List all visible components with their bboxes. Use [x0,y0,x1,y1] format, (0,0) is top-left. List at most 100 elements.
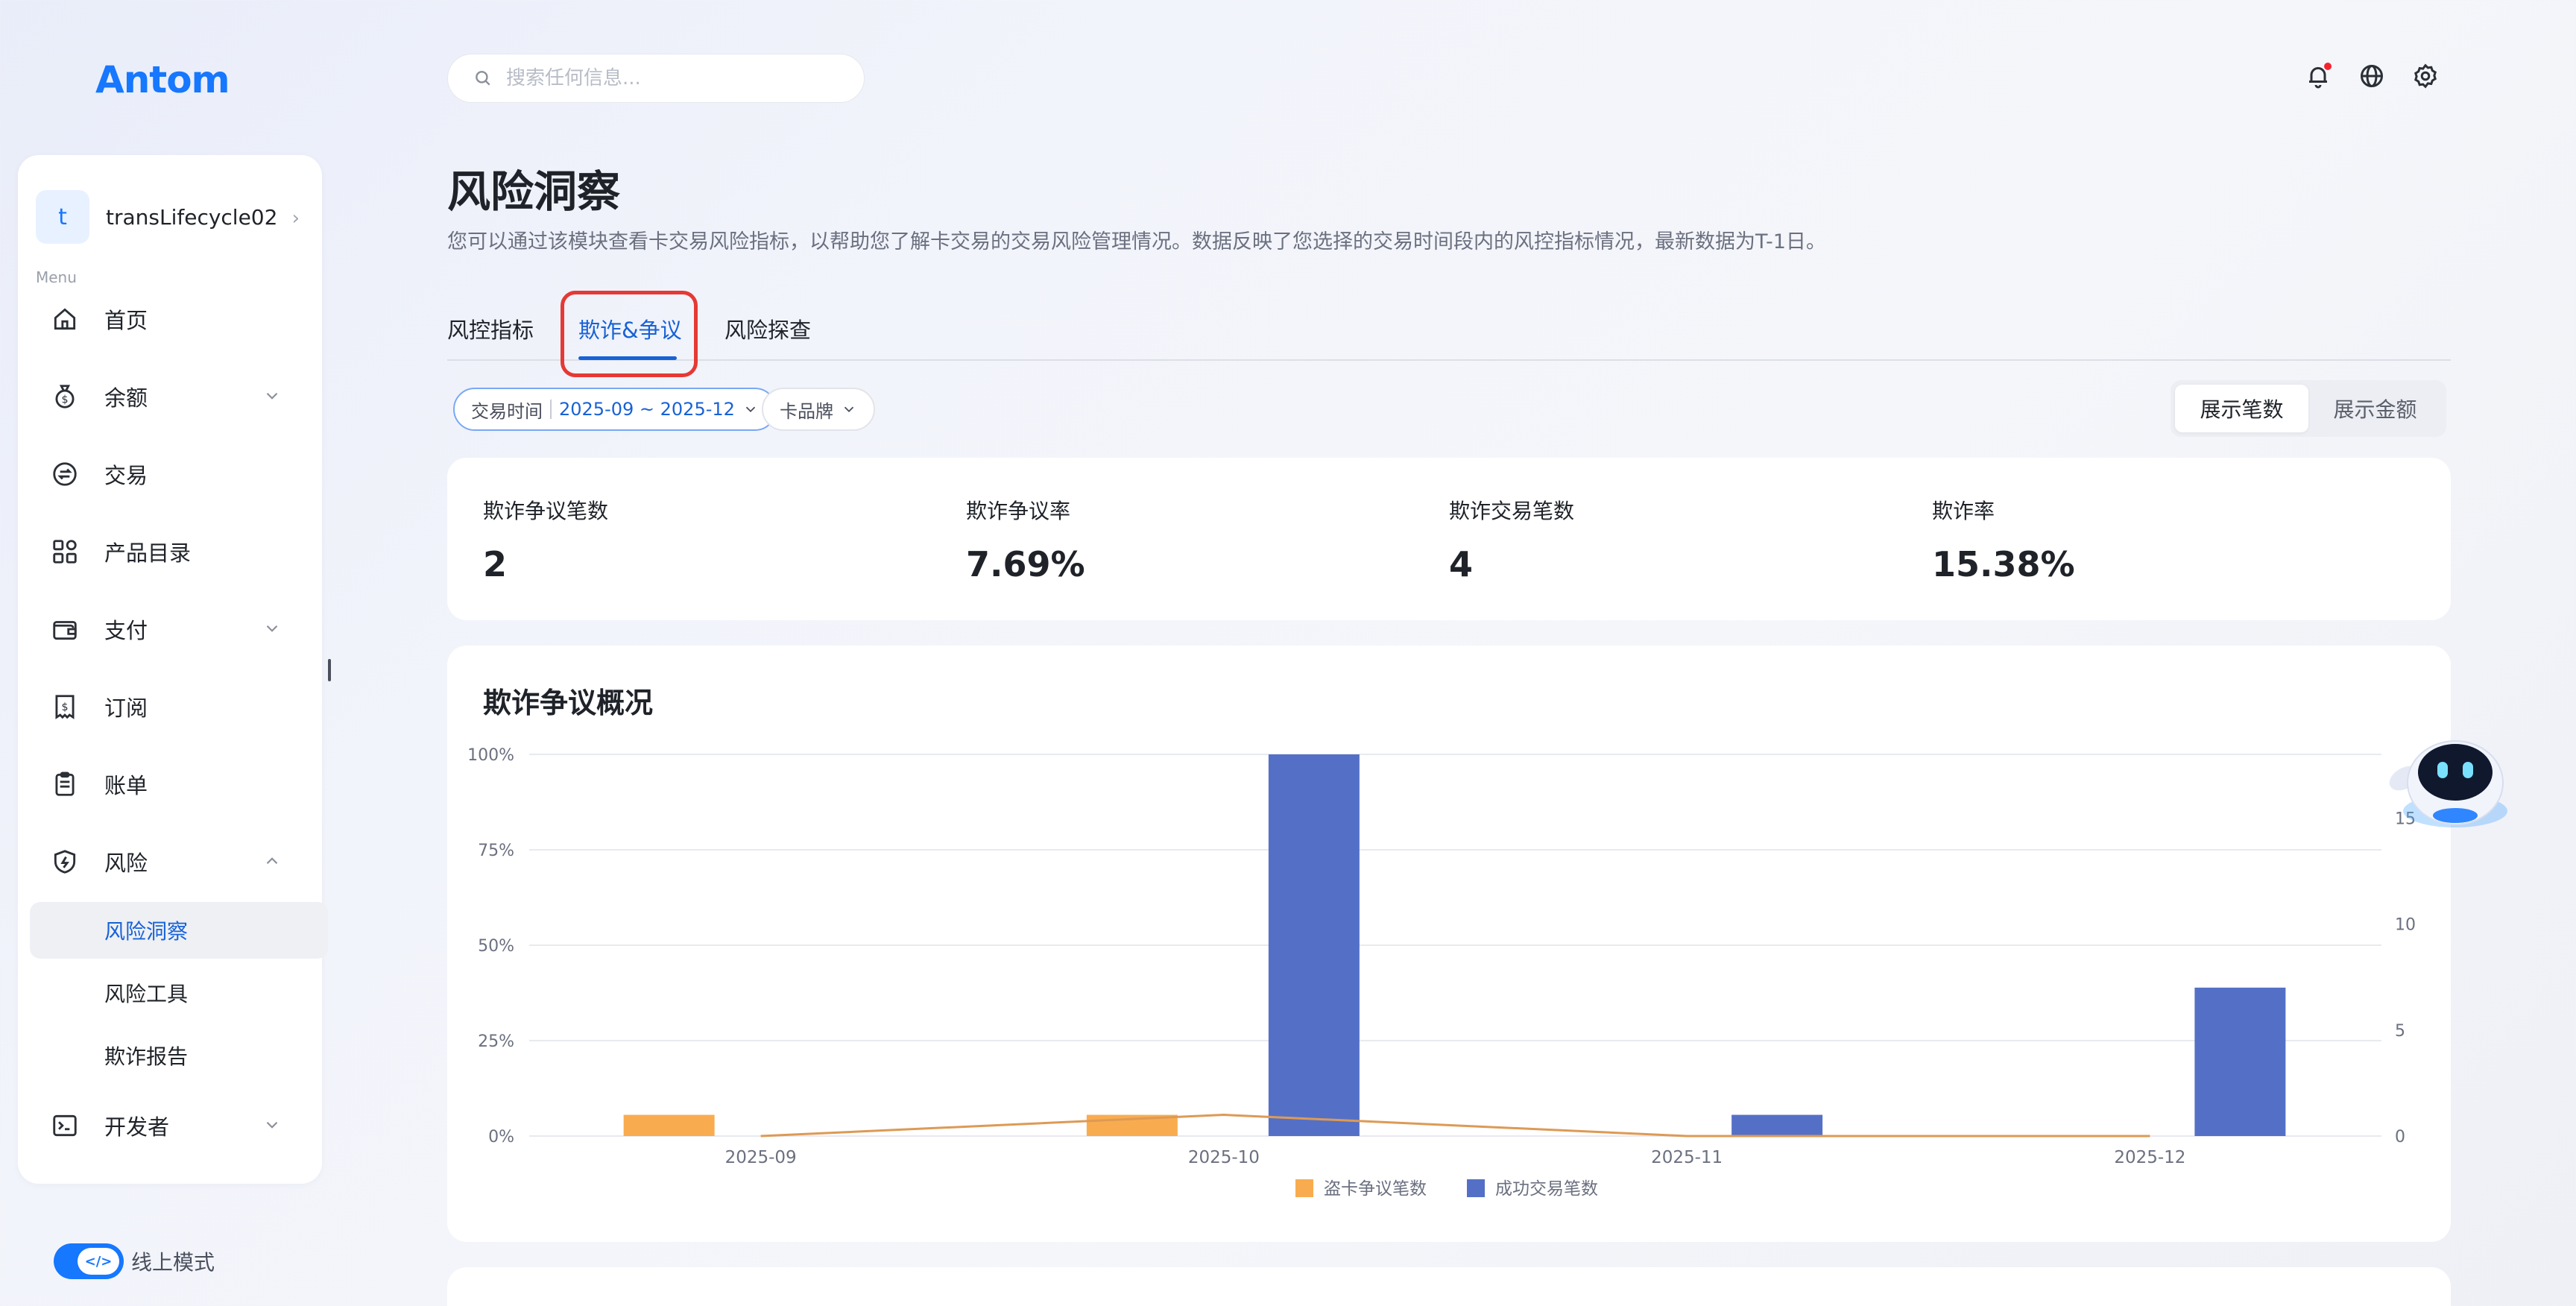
metric-fraud-dispute-rate: 欺诈争议率 7.69% [966,495,1085,584]
left-axis-tick-label: 100% [467,746,514,765]
x-axis-tick-label: 2025-10 [1188,1148,1260,1167]
globe-icon [2361,65,2383,87]
sidebar-collapse-handle[interactable] [328,659,331,681]
online-mode-label: 线上模式 [131,1250,215,1275]
show-count-button[interactable]: 展示笔数 [2175,385,2308,432]
sidebar-item-label: 余额 [104,385,148,411]
tab-risk-exploration[interactable]: 风险探查 [724,313,811,344]
filter-label: 交易时间 [471,400,543,422]
exchange-icon [53,462,77,486]
metric-label: 欺诈交易笔数 [1449,499,1575,523]
sidebar-item-label: 首页 [104,308,148,333]
search-icon [476,71,490,86]
chart-bar [623,1114,715,1136]
sidebar-item-catalog[interactable]: 产品目录 [36,523,304,580]
language-button[interactable] [2358,63,2385,89]
metric-fraud-dispute-count: 欺诈争议笔数 2 [483,495,608,584]
chart-bar [2194,987,2286,1136]
money-bag-icon: $ [55,385,75,408]
card-brand-filter[interactable]: 卡品牌 [762,388,875,431]
metric-label: 欺诈率 [1932,499,1995,523]
chart-bar [1268,754,1360,1136]
chevron-down-icon [844,406,854,413]
tab-risk-control-metrics[interactable]: 风控指标 [447,313,534,344]
sidebar-item-subscriptions[interactable]: $ 订阅 [36,678,304,735]
chevron-down-icon [266,1121,278,1129]
chart-bar [1731,1114,1823,1136]
view-mode-toggle: 展示笔数 展示金额 [2171,380,2446,437]
right-axis-tick-label: 5 [2395,1022,2405,1041]
sidebar-item-risk[interactable]: 风险 [36,833,304,890]
wallet-icon [53,621,77,640]
gear-icon [2414,63,2437,89]
tab-highlight-annotation [561,291,698,377]
account-name: transLifecycle02 [106,204,278,230]
page-title: 风险洞察 [447,166,621,217]
notifications-button[interactable] [2305,63,2332,89]
chevron-up-icon [266,857,278,865]
left-axis-tick-label: 50% [478,937,514,956]
chevron-down-icon [266,392,278,400]
filter-divider [550,400,552,419]
metrics-card: 欺诈争议笔数 2 欺诈争议率 7.69% 欺诈交易笔数 4 欺诈率 15.38% [447,458,2451,620]
notification-dot [2324,63,2332,70]
antom-logo[interactable]: Antom [95,58,230,101]
fraud-dispute-overview-card: 欺诈争议概况 0% 25% 50% 75% 100% 0 5 10 15 2025-09 2025-… [447,646,2451,1242]
avatar: t [36,190,89,244]
robot-assistant-icon[interactable] [2382,723,2528,835]
sidebar-subitem-fraud-reports[interactable]: 欺诈报告 [30,1027,328,1084]
sidebar-item-developer[interactable]: 开发者 [36,1097,304,1154]
next-section-card [447,1267,2451,1306]
clipboard-icon [55,772,75,796]
sidebar-item-home[interactable]: 首页 [36,291,304,347]
account-switcher[interactable]: t transLifecycle02 › [36,183,304,250]
sidebar-item-label: 支付 [104,618,148,643]
sidebar-item-label: 产品目录 [104,540,192,566]
sidebar-item-bills[interactable]: 账单 [36,756,304,813]
code-icon: </> [78,1248,119,1275]
sidebar: t transLifecycle02 › Menu 首页 $ 余额 交易 产品目… [18,155,328,1184]
right-axis-tick-label: 0 [2395,1128,2405,1146]
sidebar-item-label: 风险 [104,851,148,876]
metric-value: 4 [1449,544,1474,584]
metric-label: 欺诈争议率 [966,499,1071,523]
sidebar-item-transactions[interactable]: 交易 [36,446,304,502]
legend-label: 成功交易笔数 [1495,1179,1598,1199]
right-axis-tick-label: 10 [2395,916,2416,935]
search-input[interactable] [506,67,819,89]
chart-line [760,1114,2150,1138]
metric-label: 欺诈争议笔数 [483,499,609,523]
online-mode-toggle[interactable]: </> [54,1243,124,1279]
filter-label: 卡品牌 [780,400,833,422]
online-mode: </> 线上模式 [54,1243,215,1279]
grid-icon [53,540,77,564]
global-search[interactable] [447,54,865,103]
left-axis-tick-label: 25% [478,1032,514,1051]
menu-label: Menu [36,268,77,286]
transaction-time-filter[interactable]: 交易时间 2025-09 ~ 2025-12 [453,388,777,431]
chevron-right-icon: › [291,207,300,230]
metric-value: 2 [483,544,508,584]
settings-button[interactable] [2412,63,2439,89]
sidebar-item-label: 开发者 [104,1114,170,1140]
home-icon [54,308,76,330]
fraud-dispute-chart: 0%25%50%75%100%0510152025-09 2025-10 2025-… [467,746,2416,1199]
sidebar-subitem-risk-tools[interactable]: 风险工具 [30,965,328,1021]
svg-text:$: $ [61,701,68,713]
metric-fraud-transaction-count: 欺诈交易笔数 4 [1449,495,1574,584]
filter-value: 2025-09 ~ 2025-12 [559,399,735,420]
legend-swatch [1295,1179,1313,1197]
x-axis-tick-label: 2025-09 [725,1148,797,1167]
tab-bar: 风控指标 欺诈&争议 风险探查 [447,303,2451,361]
legend-swatch [1467,1179,1485,1197]
sidebar-subitem-risk-insights[interactable]: 风险洞察 [30,902,328,959]
svg-text:$: $ [61,394,68,406]
show-amount-button[interactable]: 展示金额 [2308,385,2442,432]
sidebar-item-payments[interactable]: 支付 [36,601,304,657]
sidebar-item-balance[interactable]: $ 余额 [36,368,304,425]
sidebar-item-label: 交易 [104,463,148,488]
shield-icon [54,850,76,874]
sidebar-item-label: 订阅 [104,695,148,721]
chevron-down-icon [266,625,278,632]
metric-fraud-rate: 欺诈率 15.38% [1932,495,2075,584]
